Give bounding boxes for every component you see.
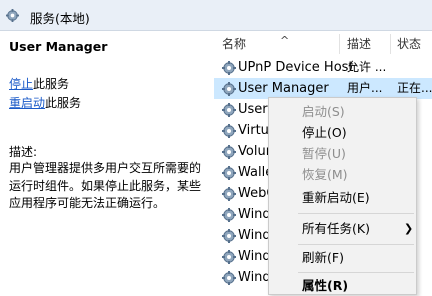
menu-item-start[interactable]: 启动(S) [269,101,416,122]
menu-separator [298,213,414,214]
menu-item-label: 所有任务(K) [302,221,370,236]
menu-item-refresh[interactable]: 刷新(F) [269,247,416,268]
service-gear-icon [222,82,236,96]
column-header-status[interactable]: 状态 [397,31,421,57]
restart-service-action: 重启动此服务 [9,94,81,111]
menu-item-all-tasks[interactable]: 所有任务(K) ❯ [269,218,416,239]
service-row-name: Wind [238,228,271,243]
selected-service-name: User Manager [9,39,108,54]
service-gear-icon [222,166,236,180]
column-divider[interactable] [339,34,340,54]
service-row-upnp[interactable]: UPnP Device Host 允许 ... [214,57,432,78]
service-row-name: Wind [238,207,271,222]
menu-separator [298,272,414,273]
menu-item-label: 启动(S) [302,104,345,119]
sort-ascending-icon: ^ [280,34,290,47]
service-gear-icon [222,229,236,243]
restart-service-link[interactable]: 重启动 [9,96,45,110]
service-gear-icon [222,208,236,222]
column-divider[interactable] [390,34,391,54]
stop-service-link[interactable]: 停止 [9,77,33,91]
menu-item-restart[interactable]: 重新启动(E) [269,187,416,208]
menu-item-label: 恢复(M) [302,167,348,182]
service-row-name: UPnP Device Host [238,60,354,75]
chevron-right-icon: ❯ [404,222,414,235]
stop-service-suffix: 此服务 [33,77,70,91]
menu-item-label: 重新启动(E) [302,190,370,205]
service-gear-icon [222,124,236,138]
window-title: 服务(本地) [30,11,90,26]
menu-item-pause[interactable]: 暂停(U) [269,143,416,164]
description-label: 描述: [9,145,38,159]
service-detail-panel: User Manager 停止此服务 重启动此服务 描述: 用户管理器提供多用户… [0,31,213,295]
service-row-name: Wind [238,270,271,285]
menu-item-label: 停止(O) [302,125,347,140]
column-name-label: 名称 [222,37,247,51]
service-gear-icon [222,187,236,201]
service-row-desc: 用户... [347,81,383,95]
context-menu: 启动(S) 停止(O) 暂停(U) 恢复(M) 重新启动(E) 所有任务(K) … [268,97,417,295]
service-row-name: Wind [238,249,271,264]
gear-icon [6,9,19,22]
service-row-desc: 允许 ... [347,60,387,74]
column-header-description[interactable]: 描述 [347,31,371,57]
restart-service-suffix: 此服务 [45,96,82,110]
menu-item-label: 属性(R) [302,278,349,293]
service-gear-icon [222,250,236,264]
service-row-status: 正在... [397,81,432,95]
service-gear-icon [222,145,236,159]
service-gear-icon [222,103,236,117]
services-header: 服务(本地) [0,0,432,31]
stop-service-action: 停止此服务 [9,75,69,92]
column-header-name[interactable]: 名称 ^ [222,31,289,57]
menu-item-resume[interactable]: 恢复(M) [269,164,416,185]
service-gear-icon [222,271,236,285]
menu-item-label: 暂停(U) [302,146,346,161]
service-gear-icon [222,61,236,75]
menu-item-label: 刷新(F) [302,250,344,265]
menu-item-stop[interactable]: 停止(O) [269,122,416,143]
menu-separator [298,244,414,245]
service-description: 用户管理器提供多用户交互所需要的运行时组件。如果停止此服务，某些应用程序可能无法… [9,161,202,210]
service-row-user-manager[interactable]: User Manager 用户... 正在... [214,78,432,99]
menu-item-properties[interactable]: 属性(R) [269,275,416,296]
service-row-name: User Manager [238,81,329,96]
service-row-name: User [238,102,268,117]
